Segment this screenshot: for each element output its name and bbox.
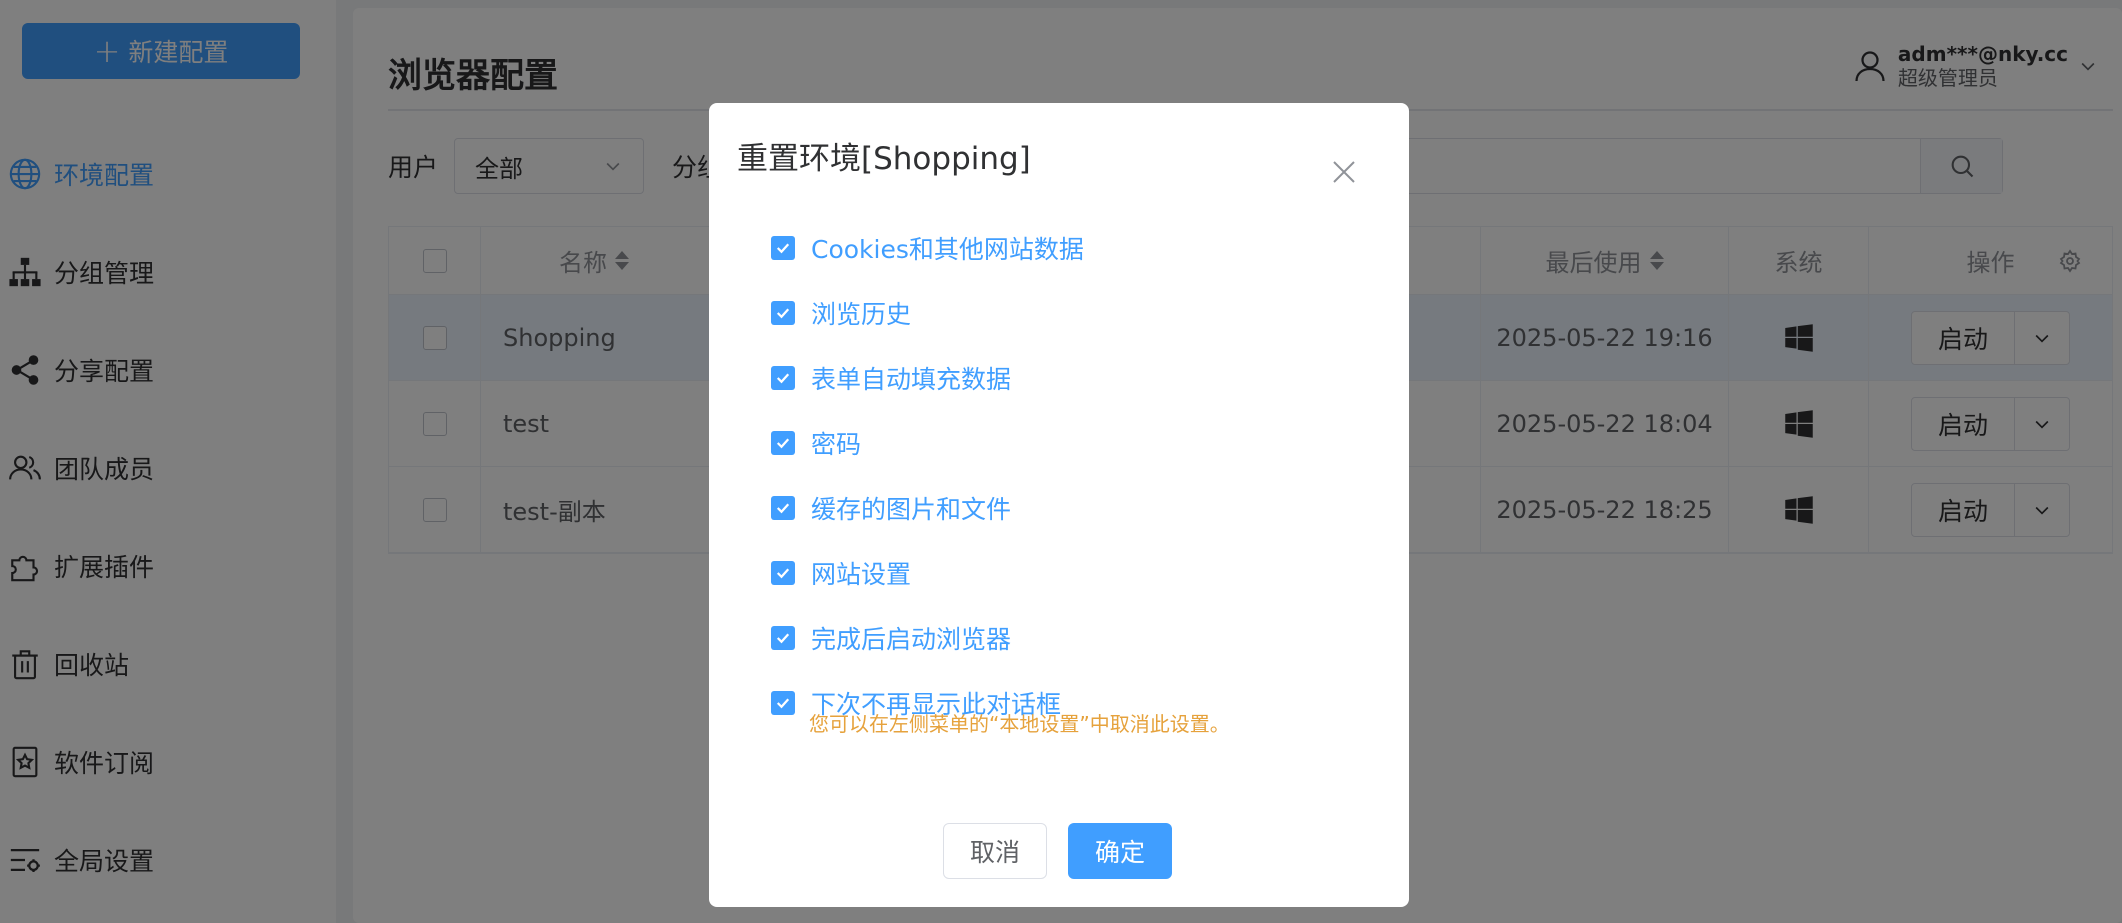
option-label: 网站设置 (811, 559, 912, 589)
checkbox-checked[interactable] (771, 495, 795, 520)
check-icon (776, 502, 790, 513)
check-icon (776, 437, 790, 448)
cancel-button[interactable]: 取消 (943, 823, 1047, 879)
option-launch-after[interactable]: 完成后启动浏览器 (771, 605, 1084, 670)
check-icon (776, 307, 790, 318)
dialog-title: 重置环境[Shopping] (737, 141, 1031, 177)
option-site-settings[interactable]: 网站设置 (771, 540, 1084, 605)
option-label: Cookies和其他网站数据 (811, 234, 1084, 264)
dialog-footer: 取消 确定 (943, 823, 1172, 879)
checkbox-checked[interactable] (771, 235, 795, 260)
option-passwords[interactable]: 密码 (771, 410, 1084, 475)
reset-options-list: Cookies和其他网站数据 浏览历史 表单自动填充数据 密码 缓存的图片和文件… (771, 215, 1084, 735)
option-cache[interactable]: 缓存的图片和文件 (771, 475, 1084, 540)
option-label: 缓存的图片和文件 (811, 494, 1012, 524)
confirm-button[interactable]: 确定 (1068, 823, 1172, 879)
checkbox-checked[interactable] (771, 690, 795, 715)
checkbox-checked[interactable] (771, 365, 795, 390)
reset-env-dialog: 重置环境[Shopping] Cookies和其他网站数据 浏览历史 表单自动填… (709, 103, 1409, 907)
option-label: 浏览历史 (811, 299, 912, 329)
close-icon[interactable] (1329, 157, 1359, 187)
option-cookies[interactable]: Cookies和其他网站数据 (771, 215, 1084, 280)
checkbox-checked[interactable] (771, 430, 795, 455)
option-label: 表单自动填充数据 (811, 364, 1012, 394)
check-icon (776, 567, 790, 578)
checkbox-checked[interactable] (771, 300, 795, 325)
check-icon (776, 632, 790, 643)
dont-show-hint: 您可以在左侧菜单的“本地设置”中取消此设置。 (809, 712, 1230, 736)
option-label: 密码 (811, 429, 862, 459)
check-icon (776, 242, 790, 253)
check-icon (776, 697, 790, 708)
option-label: 完成后启动浏览器 (811, 624, 1012, 654)
checkbox-checked[interactable] (771, 625, 795, 650)
option-autofill[interactable]: 表单自动填充数据 (771, 345, 1084, 410)
check-icon (776, 372, 790, 383)
checkbox-checked[interactable] (771, 560, 795, 585)
option-history[interactable]: 浏览历史 (771, 280, 1084, 345)
